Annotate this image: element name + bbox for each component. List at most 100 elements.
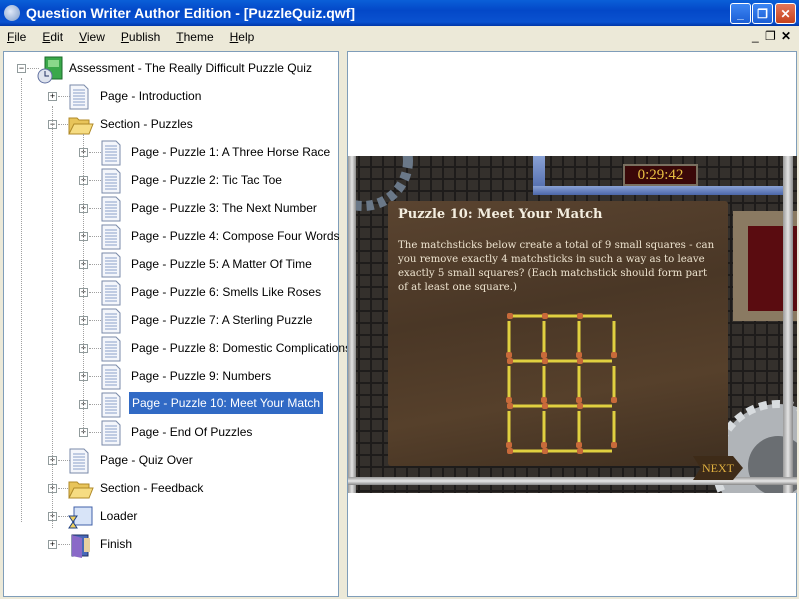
matchstick-head[interactable]	[506, 442, 512, 448]
close-button[interactable]: ✕	[775, 3, 796, 24]
menu-help[interactable]: Help	[223, 30, 264, 44]
page-icon	[100, 392, 122, 418]
matchstick-head[interactable]	[577, 358, 583, 364]
matchstick-head[interactable]	[576, 352, 582, 358]
tree-item[interactable]: + Page - Puzzle 4: Compose Four Words	[4, 224, 340, 250]
mdi-minimize-button[interactable]: _	[752, 29, 759, 43]
tree-item-label: Page - Puzzle 6: Smells Like Roses	[131, 285, 322, 299]
tree-item[interactable]: + Finish	[4, 532, 334, 558]
tree-item[interactable]: + Page - Puzzle 1: A Three Horse Race	[4, 140, 334, 166]
tree-item-label: Loader	[100, 509, 138, 523]
page-icon	[100, 252, 122, 278]
tree-item[interactable]: + Section - Feedback	[4, 476, 334, 502]
tree-item-label: Page - Quiz Over	[100, 453, 193, 467]
tree-item[interactable]: + Page - Puzzle 3: The Next Number	[4, 196, 334, 222]
matchstick-head[interactable]	[577, 313, 583, 319]
matchstick-head[interactable]	[506, 352, 512, 358]
page-icon	[100, 196, 122, 222]
tree-item-label: Page - Puzzle 7: A Sterling Puzzle	[131, 313, 313, 327]
tree-item[interactable]: + Loader	[4, 504, 334, 530]
tree-item[interactable]: − Section - Puzzles	[4, 112, 334, 138]
assessment-icon	[37, 56, 63, 84]
matchstick-head[interactable]	[611, 397, 617, 403]
mdi-close-button[interactable]: ✕	[781, 29, 791, 43]
page-icon	[100, 168, 122, 194]
matchstick-head[interactable]	[541, 352, 547, 358]
tree-item-label: Page - Puzzle 2: Tic Tac Toe	[131, 173, 282, 187]
menu-bar: File Edit View Publish Theme Help	[0, 26, 799, 48]
project-tree[interactable]: − Assessment - The Really Difficult Puzzl…	[3, 51, 351, 597]
tree-item[interactable]: − Assessment - The Really Difficult Puzzl…	[4, 56, 334, 84]
expand-icon[interactable]: +	[48, 92, 57, 101]
matchstick-grid	[506, 313, 617, 454]
matchstick-head[interactable]	[507, 448, 513, 454]
tree-item[interactable]: + Page - Puzzle 10: Meet Your Match	[4, 392, 334, 418]
matchstick-head[interactable]	[542, 403, 548, 409]
tree-item[interactable]: + Page - Puzzle 7: A Sterling Puzzle	[4, 308, 334, 334]
matchstick-head[interactable]	[542, 448, 548, 454]
preview-panel: 0:29:42 Puzzle 10: Meet Your Match The m…	[347, 51, 797, 597]
tree-line	[83, 134, 84, 434]
window-title: Question Writer Author Edition - [Puzzle…	[26, 5, 355, 21]
page-icon	[100, 224, 122, 250]
tree-item[interactable]: + Page - End Of Puzzles	[4, 420, 334, 446]
tree-item[interactable]: + Page - Puzzle 8: Domestic Complications	[4, 336, 351, 362]
matchstick-head[interactable]	[542, 313, 548, 319]
tree-item[interactable]: + Page - Quiz Over	[4, 448, 334, 474]
matchstick-head[interactable]	[611, 352, 617, 358]
tree-item[interactable]: + Page - Puzzle 5: A Matter Of Time	[4, 252, 334, 278]
menu-file[interactable]: File	[0, 30, 35, 44]
page-icon	[100, 364, 122, 390]
folder-icon	[68, 476, 94, 502]
collapse-icon[interactable]: −	[17, 64, 26, 73]
matchstick-head[interactable]	[507, 313, 513, 319]
quiz-preview[interactable]: 0:29:42 Puzzle 10: Meet Your Match The m…	[348, 156, 797, 493]
minimize-button[interactable]: _	[730, 3, 751, 24]
matchstick-head[interactable]	[507, 403, 513, 409]
tree-item-label: Page - End Of Puzzles	[131, 425, 253, 439]
menu-view[interactable]: View	[72, 30, 114, 44]
tree-item[interactable]: + Page - Introduction	[4, 84, 334, 110]
title-bar: Question Writer Author Edition - [Puzzle…	[0, 0, 799, 26]
matchstick-head[interactable]	[541, 397, 547, 403]
tree-item[interactable]: + Page - Puzzle 9: Numbers	[4, 364, 334, 390]
matchstick-head[interactable]	[577, 403, 583, 409]
matchstick-head[interactable]	[507, 358, 513, 364]
page-icon	[68, 84, 90, 110]
loader-icon	[68, 504, 93, 530]
page-icon	[100, 308, 122, 334]
page-icon	[68, 448, 90, 474]
folder-open-icon	[68, 112, 94, 138]
tree-line	[52, 106, 53, 528]
tree-item[interactable]: + Page - Puzzle 2: Tic Tac Toe	[4, 168, 334, 194]
menu-publish[interactable]: Publish	[114, 30, 169, 44]
page-icon	[100, 140, 122, 166]
tree-item-label: Page - Puzzle 3: The Next Number	[131, 201, 317, 215]
tree-item-label: Page - Puzzle 8: Domestic Complications	[131, 341, 352, 355]
page-icon	[100, 336, 122, 362]
matchstick-head[interactable]	[576, 397, 582, 403]
maximize-button[interactable]: ❐	[752, 3, 773, 24]
tree-item-label: Page - Puzzle 5: A Matter Of Time	[131, 257, 312, 271]
matchstick-head[interactable]	[611, 442, 617, 448]
app-icon	[4, 5, 20, 21]
matchstick-head[interactable]	[577, 448, 583, 454]
matchstick-head[interactable]	[576, 442, 582, 448]
tree-item-label: Section - Feedback	[100, 481, 204, 495]
tree-item[interactable]: + Page - Puzzle 6: Smells Like Roses	[4, 280, 334, 306]
tree-item-label: Finish	[100, 537, 133, 551]
page-icon	[100, 420, 122, 446]
next-button[interactable]: NEXT	[693, 456, 743, 480]
tree-line	[21, 78, 22, 522]
menu-edit[interactable]: Edit	[35, 30, 72, 44]
menu-theme[interactable]: Theme	[169, 30, 222, 44]
matchstick-head[interactable]	[541, 442, 547, 448]
matchstick-head[interactable]	[542, 358, 548, 364]
tree-item-label: Assessment - The Really Difficult Puzzle…	[69, 61, 312, 75]
finish-icon	[68, 532, 90, 558]
tree-item-label: Page - Introduction	[100, 89, 202, 103]
matchstick-head[interactable]	[506, 397, 512, 403]
expand-icon[interactable]: +	[48, 540, 57, 549]
tree-item-label: Page - Puzzle 9: Numbers	[131, 369, 272, 383]
mdi-restore-button[interactable]: ❐	[765, 29, 776, 43]
